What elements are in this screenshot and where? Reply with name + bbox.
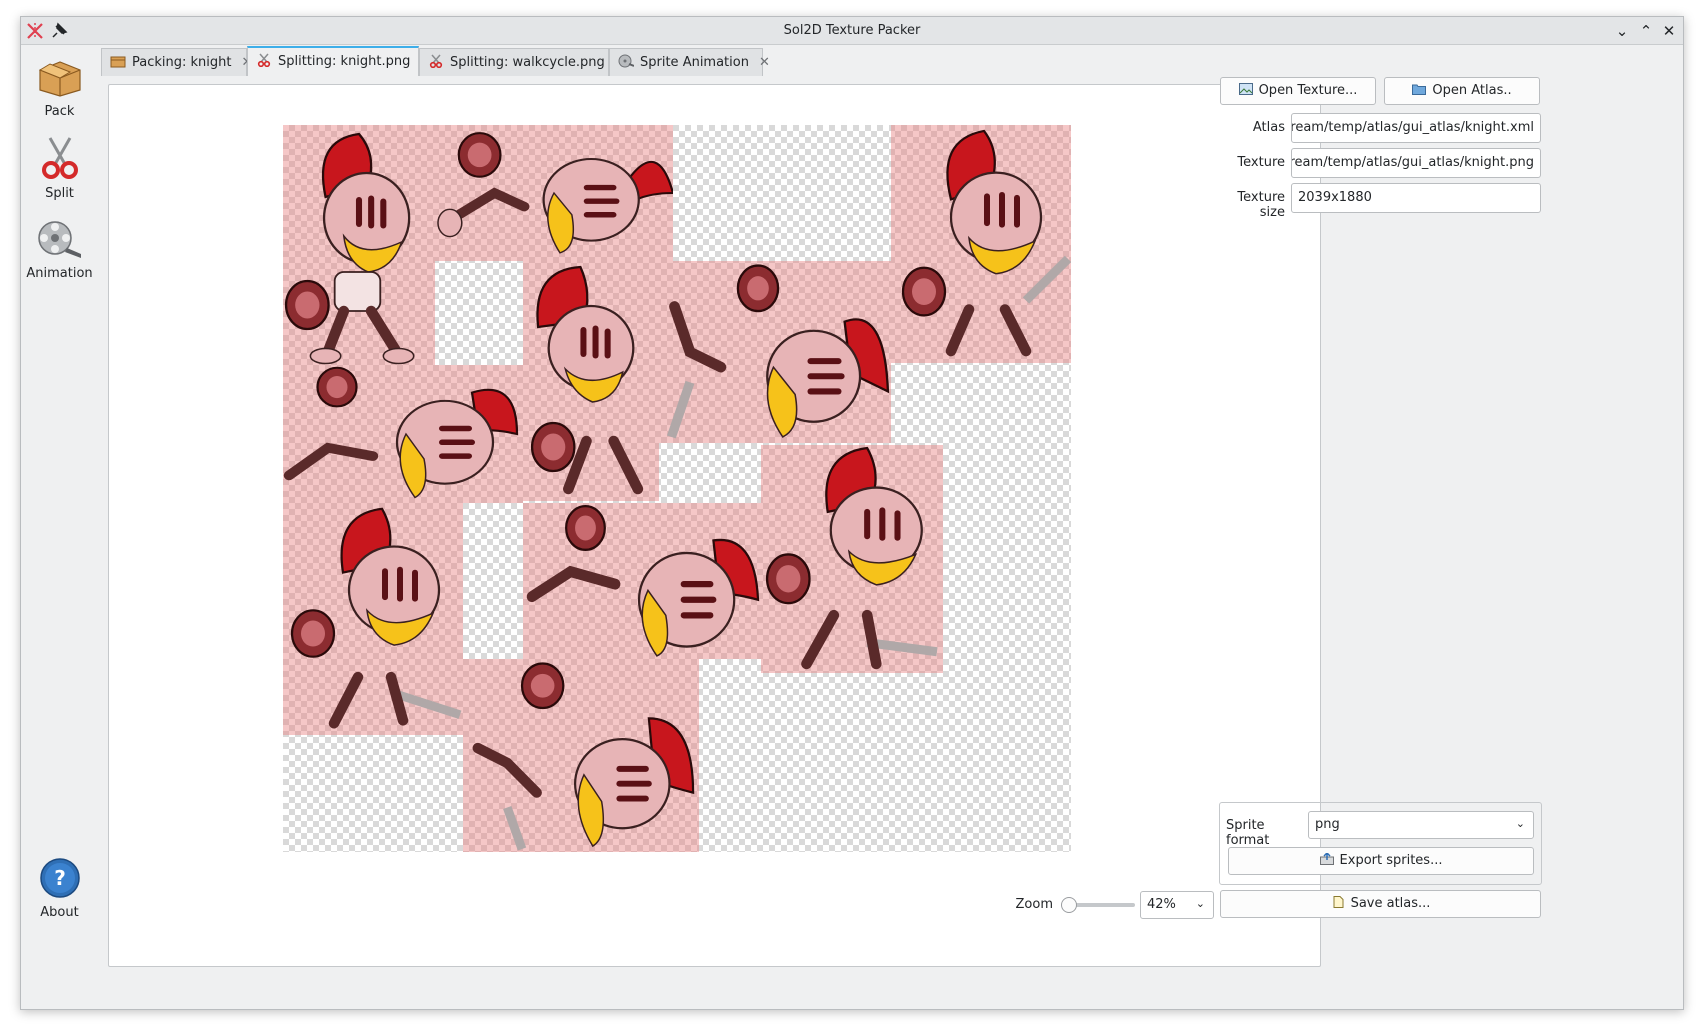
sidebar-item-pack[interactable]: Pack [21,56,98,119]
title-bar: Sol2D Texture Packer ⌄ ⌃ ✕ [21,17,1683,45]
sprite-frame[interactable] [761,445,943,673]
sprite-frame[interactable] [891,125,1071,363]
sidebar-item-label: Split [45,186,74,201]
sidebar-item-label: About [40,905,79,920]
export-group: Sprite format png ⌄ Export sprites... [1219,802,1542,885]
texture-label: Texture [1237,155,1285,170]
maximize-button[interactable]: ⌃ [1635,21,1657,41]
zoom-label: Zoom [1015,897,1053,912]
tab-splitting-knight[interactable]: Splitting: knight.png✕ [247,46,431,76]
save-atlas-label: Save atlas... [1350,896,1431,911]
document-icon [1331,892,1345,908]
tab-bar: Packing: knight✕ Splitting: knight.png✕ … [101,46,821,76]
texture-atlas-image [283,125,1071,852]
sidebar-item-label: Animation [26,266,93,281]
tab-label: Splitting: walkcycle.png [450,55,605,70]
sprite-format-label: Sprite format [1226,818,1270,848]
tab-label: Packing: knight [132,55,232,70]
tab-packing-knight[interactable]: Packing: knight✕ [101,48,252,76]
minimize-button[interactable]: ⌄ [1611,21,1633,41]
close-button[interactable]: ✕ [1658,21,1680,41]
sprite-frame[interactable] [523,261,659,501]
zoom-value: 42% [1147,897,1176,912]
close-icon[interactable]: ✕ [759,55,770,70]
sidebar-item-split[interactable]: Split [21,136,98,201]
scissors-icon [38,137,82,184]
zoom-select[interactable]: 42% ⌄ [1140,891,1214,919]
sprite-frame[interactable] [463,659,699,852]
export-sprites-button[interactable]: Export sprites... [1228,847,1534,875]
sprite-frame[interactable] [283,125,435,365]
atlas-path-field[interactable]: instream/temp/atlas/gui_atlas/knight.xml [1291,113,1541,143]
sprite-frame[interactable] [283,365,523,503]
export-sprites-label: Export sprites... [1339,853,1443,868]
texture-size-field[interactable]: 2039x1880 [1291,183,1541,213]
window-title: Sol2D Texture Packer [783,23,921,38]
sprite-format-select[interactable]: png ⌄ [1308,811,1534,839]
svg-text:?: ? [54,866,66,890]
sprite-frame[interactable] [435,125,673,261]
tab-label: Sprite Animation [640,55,749,70]
sidebar-item-animation[interactable]: Animation [21,218,98,281]
zoom-slider[interactable] [1061,895,1135,915]
open-texture-label: Open Texture... [1258,83,1358,98]
main-window: Sol2D Texture Packer ⌄ ⌃ ✕ Pack Split An… [20,16,1684,1010]
chevron-down-icon: ⌄ [1195,897,1205,910]
film-reel-icon [618,54,635,68]
box-icon [110,54,126,68]
texture-path-field[interactable]: instream/temp/atlas/gui_atlas/knight.png [1291,148,1541,178]
atlas-label: Atlas [1252,120,1285,135]
tab-splitting-walkcycle[interactable]: Splitting: walkcycle.png✕ [419,48,626,76]
sidebar: Pack Split Animation ? About [21,46,98,1009]
save-atlas-button[interactable]: Save atlas... [1220,890,1541,918]
open-atlas-label: Open Atlas.. [1432,83,1512,98]
texture-size-label: Texture size [1237,190,1285,220]
sprite-frame[interactable] [283,503,463,735]
sidebar-item-label: Pack [44,104,75,119]
scissors-icon [256,53,272,68]
zoom-slider-handle[interactable] [1061,897,1077,913]
sprite-frame[interactable] [659,261,891,443]
open-atlas-button[interactable]: Open Atlas.. [1384,77,1540,105]
open-texture-button[interactable]: Open Texture... [1220,77,1376,105]
sprite-frame[interactable] [523,503,761,659]
tab-label: Splitting: knight.png [278,54,411,69]
help-icon: ? [39,858,81,903]
sidebar-item-about[interactable]: ? About [21,857,98,920]
tab-sprite-animation[interactable]: Sprite Animation ✕ [609,48,770,76]
scissors-icon [428,54,444,69]
film-reel-icon [37,221,83,264]
box-icon [36,61,84,102]
image-icon [1238,79,1253,95]
export-icon [1319,849,1334,865]
folder-icon [1412,79,1427,95]
texture-viewport[interactable] [108,84,1321,967]
sprite-format-value: png [1315,817,1340,832]
chevron-down-icon: ⌄ [1515,817,1525,830]
